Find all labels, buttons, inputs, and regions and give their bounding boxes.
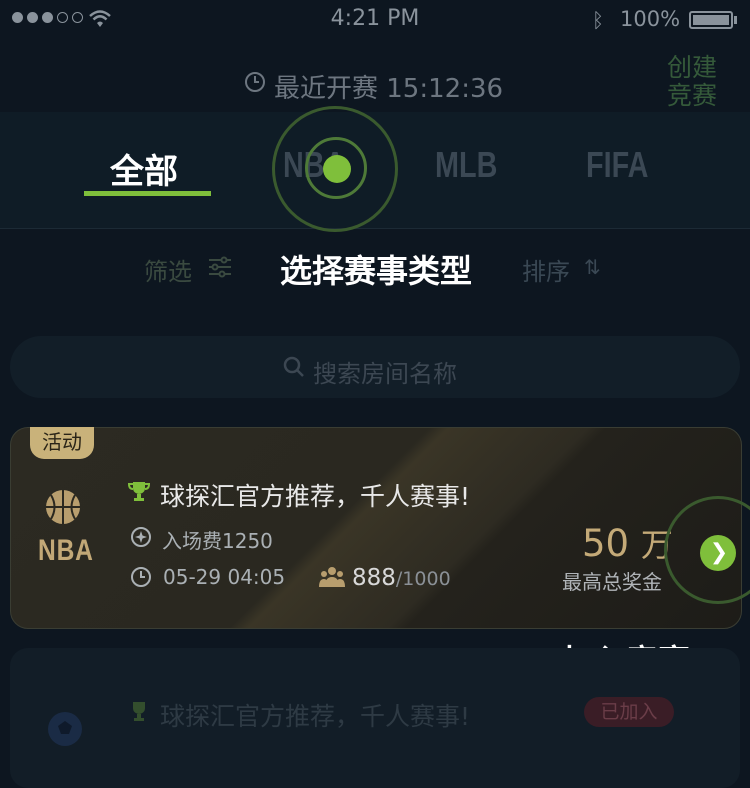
sort-button[interactable]: 排序 xyxy=(522,252,570,287)
battery-percent: 100% xyxy=(620,7,681,31)
tutorial-tab-hint: 选择赛事类型 xyxy=(280,252,473,290)
prize-value: 50 xyxy=(582,522,630,565)
trophy-icon xyxy=(133,702,145,721)
soccer-ball-icon xyxy=(48,712,82,746)
tab-all[interactable]: 全部 xyxy=(110,144,178,193)
bluetooth-icon: ᛒ xyxy=(592,8,604,32)
prize-label: 最高总奖金 xyxy=(562,570,662,594)
participant-count: 888/1000 xyxy=(352,565,451,591)
clock-icon xyxy=(245,72,265,92)
participants-current: 888 xyxy=(352,565,396,591)
recent-match-timer: 最近开赛 15:12:36 xyxy=(274,74,504,104)
prize-amount: 50 万 xyxy=(582,520,673,566)
participants-icon xyxy=(319,567,345,587)
sort-arrows-icon[interactable]: ⇅ xyxy=(584,255,601,279)
event-badge: 活动 xyxy=(30,427,94,459)
participants-capacity: /1000 xyxy=(395,568,451,590)
joined-status-badge: 已加入 xyxy=(584,697,674,727)
entry-fee-icon xyxy=(131,527,151,547)
contest-title: 球探汇官方推荐，千人赛事! xyxy=(160,482,471,511)
search-placeholder: 搜索房间名称 xyxy=(313,360,457,388)
filter-button[interactable]: 筛选 xyxy=(144,252,192,287)
search-icon xyxy=(283,356,304,377)
battery-icon xyxy=(689,11,733,29)
tab-fifa[interactable]: FIFA xyxy=(586,144,648,186)
status-bar: 4:21 PM ᛒ 100% xyxy=(0,0,750,40)
league-label: NBA xyxy=(38,534,94,567)
clock-icon xyxy=(131,567,151,587)
filter-sliders-icon[interactable] xyxy=(208,256,232,278)
basketball-icon xyxy=(46,490,80,524)
tab-mlb[interactable]: MLB xyxy=(435,144,497,186)
chevron-right-icon[interactable]: ❯ xyxy=(701,536,737,572)
tutorial-tap-target[interactable] xyxy=(323,155,351,183)
contest-date: 05-29 04:05 xyxy=(163,565,286,589)
create-contest-button[interactable]: 创建 竞赛 xyxy=(660,54,724,110)
contest-title: 球探汇官方推荐，千人赛事! xyxy=(160,702,471,731)
active-tab-indicator xyxy=(84,191,211,196)
trophy-icon xyxy=(128,482,150,501)
entry-fee: 入场费1250 xyxy=(162,529,273,553)
